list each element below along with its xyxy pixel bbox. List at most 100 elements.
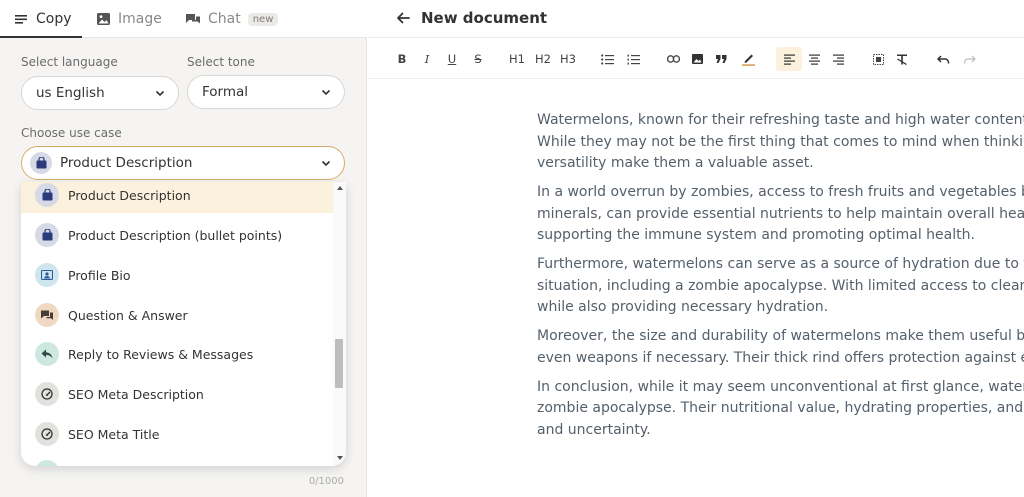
text-line: In conclusion, while it may seem unconve…	[537, 378, 1024, 395]
chevron-down-icon	[321, 160, 331, 167]
new-badge: new	[247, 12, 279, 26]
dropdown-item-reply-reviews[interactable]: Reply to Reviews & Messages	[21, 336, 333, 372]
profile-icon	[35, 263, 59, 287]
heading1-button[interactable]: H1	[508, 51, 526, 67]
bag-icon	[35, 183, 59, 207]
bullet-list-icon[interactable]	[600, 51, 614, 67]
dropdown-item-product-description-bullets[interactable]: Product Description (bullet points)	[21, 217, 333, 253]
paragraph: Furthermore, watermelons can serve as a …	[537, 254, 1024, 319]
dropdown-item-product-description[interactable]: Product Description	[21, 182, 333, 213]
dropdown-item-profile-bio[interactable]: Profile Bio	[21, 257, 333, 293]
tab-chat[interactable]: Chat new	[186, 0, 279, 38]
paragraph: In a world overrun by zombies, access to…	[537, 182, 1024, 247]
usecase-value: Product Description	[60, 155, 193, 171]
clear-format-icon[interactable]	[895, 51, 909, 67]
text-line: zombie apocalypse. Their nutritional val…	[537, 400, 1024, 416]
active-tab-indicator	[0, 36, 82, 38]
left-panel: Copy Image Chat new Select language us E…	[0, 0, 367, 497]
scroll-down-arrow[interactable]	[337, 456, 343, 460]
text-line: Moreover, the size and durability of wat…	[537, 328, 1024, 344]
tab-image-label: Image	[118, 11, 162, 27]
text-line: even weapons if necessary. Their thick r…	[537, 349, 1024, 366]
text-line: While they may not be the first thing th…	[537, 133, 1024, 150]
partial-icon	[35, 460, 59, 466]
usecase-select[interactable]: Product Description	[21, 146, 345, 180]
back-arrow-icon[interactable]	[395, 10, 411, 26]
text-line: supporting the immune system and promoti…	[537, 227, 975, 243]
align-left-icon[interactable]	[776, 47, 802, 71]
dropdown-item-label: Reply to Reviews & Messages	[68, 346, 254, 362]
scrollbar-thumb[interactable]	[335, 339, 343, 388]
character-counter: 0/1000	[308, 476, 344, 487]
tab-image[interactable]: Image	[96, 0, 162, 38]
align-right-icon[interactable]	[831, 51, 845, 67]
tone-select[interactable]: Formal	[187, 75, 345, 109]
underline-button[interactable]: U	[447, 51, 457, 67]
text-line: versatility make them a valuable asset.	[537, 155, 814, 171]
reply-icon	[35, 342, 59, 366]
language-select[interactable]: us English	[21, 76, 179, 110]
text-line: In a world overrun by zombies, access to…	[537, 184, 1024, 200]
tab-copy[interactable]: Copy	[14, 0, 72, 38]
dropdown-scrollbar[interactable]	[333, 182, 346, 466]
paragraph: Moreover, the size and durability of wat…	[537, 326, 1024, 369]
text-line: Furthermore, watermelons can serve as a …	[537, 256, 1024, 272]
heading3-button[interactable]: H3	[559, 51, 577, 67]
chevron-down-icon	[155, 90, 165, 97]
tab-chat-label: Chat	[208, 11, 241, 27]
dropdown-item-label: Product Description (bullet points)	[68, 227, 283, 243]
tab-bar: Copy Image Chat new	[0, 0, 367, 38]
chevron-down-icon	[321, 89, 331, 96]
strikethrough-button[interactable]: S	[473, 51, 483, 67]
select-all-icon[interactable]	[871, 51, 885, 67]
text-line: Watermelons, known for their refreshing …	[537, 112, 1024, 128]
numbered-list-icon[interactable]	[626, 51, 640, 67]
bold-button[interactable]: B	[397, 51, 407, 67]
dropdown-item-partial[interactable]	[21, 454, 333, 466]
bag-icon	[35, 223, 59, 247]
dropdown-item-label: SEO Meta Description	[68, 386, 204, 402]
tab-copy-label: Copy	[36, 11, 72, 27]
text-line: situation, including a zombie apocalypse…	[537, 277, 1024, 294]
question-icon	[35, 303, 59, 327]
highlight-pen-icon[interactable]	[741, 51, 755, 67]
lines-icon	[14, 12, 28, 26]
editor-panel: New document B I U S H1 H2 H3 Watermelon…	[368, 0, 1024, 497]
paragraph: Watermelons, known for their refreshing …	[537, 110, 1024, 175]
document-header: New document	[368, 0, 1024, 38]
insert-image-icon[interactable]	[690, 51, 704, 67]
dropdown-item-seo-meta-description[interactable]: SEO Meta Description	[21, 376, 333, 412]
link-icon[interactable]	[666, 51, 680, 67]
align-center-icon[interactable]	[807, 51, 821, 67]
language-value: us English	[36, 85, 105, 101]
dropdown-item-label: SEO Meta Title	[68, 426, 160, 442]
usecase-label: Choose use case	[21, 126, 122, 140]
redo-icon[interactable]	[962, 51, 976, 67]
document-title: New document	[421, 9, 548, 27]
bag-icon	[30, 152, 52, 174]
text-line: while also providing necessary hydration…	[537, 299, 829, 315]
gauge-icon	[35, 382, 59, 406]
tone-value: Formal	[202, 84, 249, 100]
dropdown-item-label: Product Description	[68, 187, 191, 203]
blockquote-icon[interactable]	[714, 51, 728, 67]
scroll-up-arrow[interactable]	[337, 186, 343, 190]
editor-toolbar: B I U S H1 H2 H3	[368, 39, 1024, 79]
text-line: and uncertainty.	[537, 421, 651, 438]
dropdown-item-label: Profile Bio	[68, 267, 131, 283]
undo-icon[interactable]	[936, 51, 950, 67]
italic-button[interactable]: I	[423, 51, 431, 67]
document-content[interactable]: Watermelons, known for their refreshing …	[537, 110, 1024, 449]
chat-icon	[186, 12, 200, 26]
dropdown-item-label: Question & Answer	[68, 307, 188, 323]
text-line: minerals, can provide essential nutrient…	[537, 205, 1024, 222]
dropdown-item-seo-meta-title[interactable]: SEO Meta Title	[21, 416, 333, 452]
dropdown-item-question-answer[interactable]: Question & Answer	[21, 297, 333, 333]
heading2-button[interactable]: H2	[534, 51, 552, 67]
gauge-icon	[35, 422, 59, 446]
paragraph: In conclusion, while it may seem unconve…	[537, 377, 1024, 442]
language-label: Select language	[21, 55, 118, 69]
image-icon	[96, 12, 110, 26]
usecase-dropdown: Product Description Product Description …	[21, 182, 346, 466]
tone-label: Select tone	[187, 55, 255, 69]
